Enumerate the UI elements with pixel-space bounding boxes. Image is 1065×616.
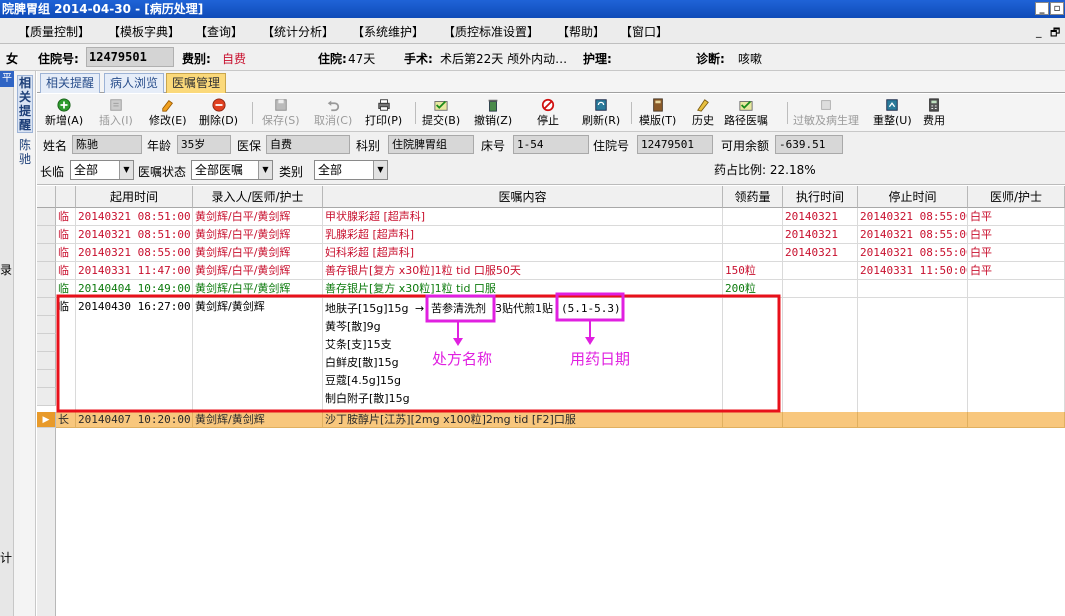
prescription-arrow-head	[453, 338, 463, 346]
period-box	[555, 292, 625, 322]
period-annotation: 用药日期	[570, 350, 631, 368]
annotation-overlay	[56, 292, 781, 413]
herbal-highlight-box	[56, 294, 781, 413]
prescription-annotation: 处方名称	[432, 350, 493, 368]
period-arrow-head	[585, 337, 595, 345]
prescription-name-box	[425, 294, 496, 323]
